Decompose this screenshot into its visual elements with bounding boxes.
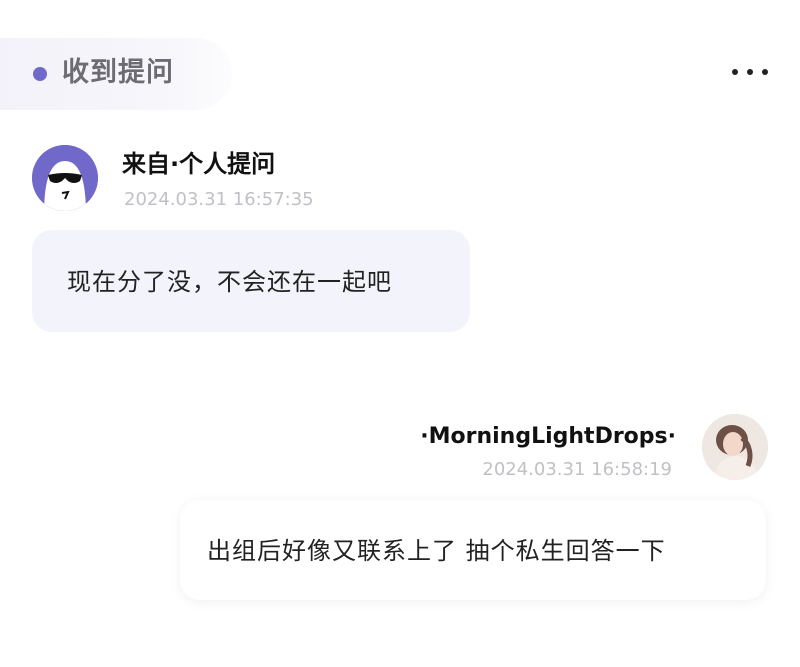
responder-name[interactable]: ·MorningLightDrops· bbox=[420, 422, 676, 452]
more-options-button[interactable] bbox=[732, 62, 768, 82]
anonymous-sunglasses-icon bbox=[32, 145, 98, 211]
status-dot bbox=[33, 67, 47, 81]
question-text: 现在分了没，不会还在一起吧 bbox=[67, 268, 392, 296]
more-icon-dot bbox=[732, 69, 738, 75]
asker-label: 来自·个人提问 bbox=[122, 150, 276, 178]
more-icon-dot bbox=[762, 69, 768, 75]
more-icon-dot bbox=[747, 69, 753, 75]
question-timestamp: 2024.03.31 16:57:35 bbox=[124, 189, 314, 210]
anonymous-avatar-icon[interactable] bbox=[32, 145, 98, 211]
responder-avatar-icon[interactable] bbox=[702, 414, 768, 480]
user-photo-icon bbox=[702, 414, 768, 480]
header-title: 收到提问 bbox=[62, 57, 174, 88]
answer-text: 出组后好像又联系上了 抽个私生回答一下 bbox=[207, 537, 666, 565]
answer-timestamp: 2024.03.31 16:58:19 bbox=[482, 459, 672, 480]
